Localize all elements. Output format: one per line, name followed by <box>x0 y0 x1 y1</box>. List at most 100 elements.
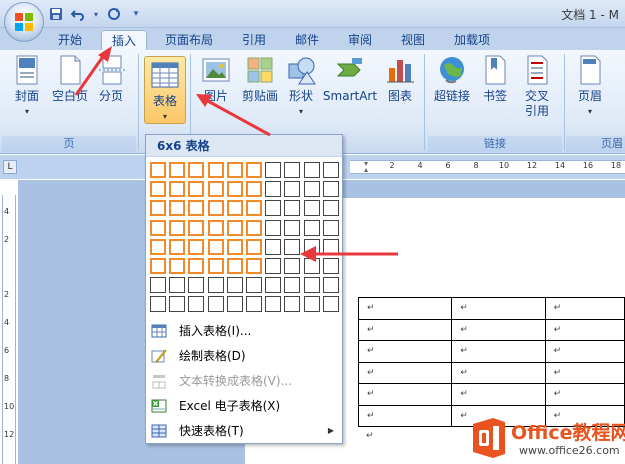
grid-cell-selected[interactable] <box>150 200 166 217</box>
grid-cell[interactable] <box>226 277 243 294</box>
table-cell[interactable]: ↵ <box>451 318 546 341</box>
table-cell[interactable]: ↵ <box>357 404 453 427</box>
grid-cell-selected[interactable] <box>150 219 166 236</box>
grid-cell[interactable] <box>303 162 320 178</box>
grid-cell[interactable] <box>169 277 186 294</box>
grid-cell[interactable] <box>207 277 224 294</box>
grid-cell[interactable] <box>188 277 205 294</box>
grid-cell-selected[interactable] <box>150 181 166 198</box>
grid-cell-selected[interactable] <box>169 219 186 236</box>
redo-icon[interactable] <box>106 6 122 22</box>
grid-cell-selected[interactable] <box>226 219 243 236</box>
grid-cell[interactable] <box>322 258 339 274</box>
grid-cell-selected[interactable] <box>188 181 205 198</box>
grid-cell[interactable] <box>150 277 166 294</box>
grid-cell-selected[interactable] <box>246 162 262 178</box>
grid-cell[interactable] <box>303 219 320 236</box>
horizontal-ruler[interactable]: 2 4 6 8 10 12 14 16 18 <box>350 160 625 174</box>
grid-cell[interactable] <box>246 277 262 294</box>
grid-cell[interactable] <box>284 181 301 198</box>
grid-cell-selected[interactable] <box>226 162 243 178</box>
grid-cell[interactable] <box>303 258 320 274</box>
table-cell[interactable]: ↵ <box>451 383 546 406</box>
grid-cell[interactable] <box>284 296 301 313</box>
grid-cell[interactable] <box>322 277 339 294</box>
table-cell[interactable]: ↵ <box>451 361 546 384</box>
grid-cell[interactable] <box>207 296 224 313</box>
grid-cell-selected[interactable] <box>226 181 243 198</box>
grid-cell[interactable] <box>284 238 301 255</box>
grid-cell[interactable] <box>284 162 301 178</box>
grid-cell-selected[interactable] <box>246 200 262 217</box>
excel-spreadsheet-menu-item[interactable]: Excel 电子表格(X) <box>146 394 342 418</box>
grid-cell[interactable] <box>322 296 339 313</box>
smartart-button[interactable]: SmartArt <box>322 54 378 104</box>
grid-cell[interactable] <box>246 296 262 313</box>
table-cell[interactable]: ↵ <box>544 340 625 363</box>
grid-cell-selected[interactable] <box>207 181 224 198</box>
grid-cell[interactable] <box>169 296 186 313</box>
grid-cell[interactable] <box>265 162 282 178</box>
tab-home[interactable]: 开始 <box>52 30 88 50</box>
grid-cell[interactable] <box>265 296 282 313</box>
grid-cell-selected[interactable] <box>188 238 205 255</box>
table-cell[interactable]: ↵ <box>357 318 453 341</box>
table-cell[interactable]: ↵ <box>357 361 453 384</box>
grid-cell[interactable] <box>265 200 282 217</box>
customize-icon[interactable]: ▾ <box>128 6 144 22</box>
tab-selector[interactable]: L <box>3 160 17 174</box>
grid-cell[interactable] <box>265 238 282 255</box>
table-cell[interactable]: ↵ <box>544 361 625 384</box>
grid-cell-selected[interactable] <box>226 258 243 274</box>
grid-cell-selected[interactable] <box>226 200 243 217</box>
grid-cell-selected[interactable] <box>169 238 186 255</box>
grid-cell-selected[interactable] <box>226 238 243 255</box>
grid-cell-selected[interactable] <box>246 258 262 274</box>
insert-table-menu-item[interactable]: 插入表格(I)... <box>146 319 342 343</box>
grid-cell-selected[interactable] <box>169 162 186 178</box>
grid-cell-selected[interactable] <box>207 258 224 274</box>
grid-cell[interactable] <box>226 296 243 313</box>
grid-cell[interactable] <box>322 162 339 178</box>
draw-table-menu-item[interactable]: 绘制表格(D) <box>146 344 342 368</box>
table-cell[interactable]: ↵ <box>544 383 625 406</box>
picture-button[interactable]: 图片 <box>198 54 234 104</box>
grid-cell[interactable] <box>284 277 301 294</box>
grid-cell[interactable] <box>284 258 301 274</box>
shapes-button[interactable]: 形状 ▾ <box>284 54 318 119</box>
tab-mailings[interactable]: 邮件 <box>289 30 325 50</box>
page-break-button[interactable]: 分页 <box>94 54 128 104</box>
grid-cell-selected[interactable] <box>246 238 262 255</box>
tab-view[interactable]: 视图 <box>395 30 431 50</box>
table-cell[interactable]: ↵ <box>544 318 625 341</box>
grid-cell-selected[interactable] <box>188 200 205 217</box>
grid-cell[interactable] <box>265 181 282 198</box>
grid-cell[interactable] <box>265 258 282 274</box>
grid-cell-selected[interactable] <box>246 181 262 198</box>
grid-cell[interactable] <box>284 219 301 236</box>
tab-insert[interactable]: 插入 <box>101 30 147 51</box>
bookmark-button[interactable]: 书签 <box>478 54 512 104</box>
tab-references[interactable]: 引用 <box>236 30 272 50</box>
grid-cell[interactable] <box>303 200 320 217</box>
undo-icon[interactable] <box>70 6 86 22</box>
quick-tables-menu-item[interactable]: 快速表格(T) ▶ <box>146 419 342 443</box>
table-cell[interactable]: ↵ <box>357 297 453 320</box>
grid-cell-selected[interactable] <box>150 258 166 274</box>
grid-cell[interactable] <box>150 296 166 313</box>
grid-cell[interactable] <box>303 296 320 313</box>
table-cell[interactable]: ↵ <box>451 340 546 363</box>
clipart-button[interactable]: 剪贴画 <box>238 54 282 104</box>
grid-cell-selected[interactable] <box>207 219 224 236</box>
grid-cell[interactable] <box>188 296 205 313</box>
grid-cell[interactable] <box>303 238 320 255</box>
table-button[interactable]: 表格 ▾ <box>144 56 186 124</box>
grid-cell[interactable] <box>284 200 301 217</box>
blank-page-button[interactable]: 空白页 <box>48 54 92 104</box>
grid-cell[interactable] <box>322 238 339 255</box>
grid-cell-selected[interactable] <box>169 181 186 198</box>
grid-cell[interactable] <box>265 219 282 236</box>
grid-cell-selected[interactable] <box>188 219 205 236</box>
table-cell[interactable]: ↵ <box>357 383 453 406</box>
table-cell[interactable]: ↵ <box>451 297 546 320</box>
